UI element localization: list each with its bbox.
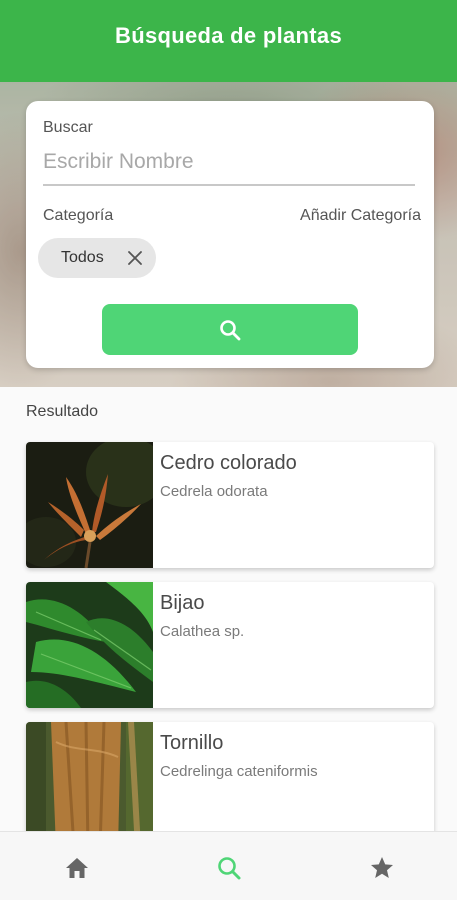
search-input[interactable] xyxy=(43,145,415,179)
search-card: Buscar Categoría Añadir Categoría Todos xyxy=(26,101,434,368)
list-item[interactable]: Tornillo Cedrelinga cateniformis xyxy=(26,722,434,848)
plant-scientific-name: Cedrelinga cateniformis xyxy=(160,763,318,780)
search-icon xyxy=(220,319,241,340)
search-input-underline xyxy=(43,184,415,186)
home-icon[interactable] xyxy=(63,854,91,882)
tree-trunk-photo xyxy=(26,722,153,848)
close-icon[interactable] xyxy=(126,249,144,267)
search-label: Buscar xyxy=(43,119,93,136)
search-icon[interactable] xyxy=(215,854,243,882)
category-chip-todos[interactable]: Todos xyxy=(38,238,156,278)
search-button[interactable] xyxy=(102,304,358,355)
chip-label: Todos xyxy=(61,249,104,266)
bottom-navigation xyxy=(0,831,457,900)
star-icon[interactable] xyxy=(368,854,396,882)
list-item[interactable]: Bijao Calathea sp. xyxy=(26,582,434,708)
category-label: Categoría xyxy=(43,207,114,224)
green-leaves-photo xyxy=(26,582,153,708)
page-title: Búsqueda de plantas xyxy=(115,23,342,48)
plant-name: Bijao xyxy=(160,592,205,614)
app-bar: Búsqueda de plantas xyxy=(0,0,457,82)
plant-scientific-name: Calathea sp. xyxy=(160,623,245,640)
list-item[interactable]: Cedro colorado Cedrela odorata xyxy=(26,442,434,568)
plant-scientific-name: Cedrela odorata xyxy=(160,483,268,500)
plant-name: Cedro colorado xyxy=(160,452,297,474)
plant-name: Tornillo xyxy=(160,732,224,754)
results-heading: Resultado xyxy=(26,403,99,420)
add-category-button[interactable]: Añadir Categoría xyxy=(300,207,421,225)
orange-flower-photo xyxy=(26,442,153,568)
